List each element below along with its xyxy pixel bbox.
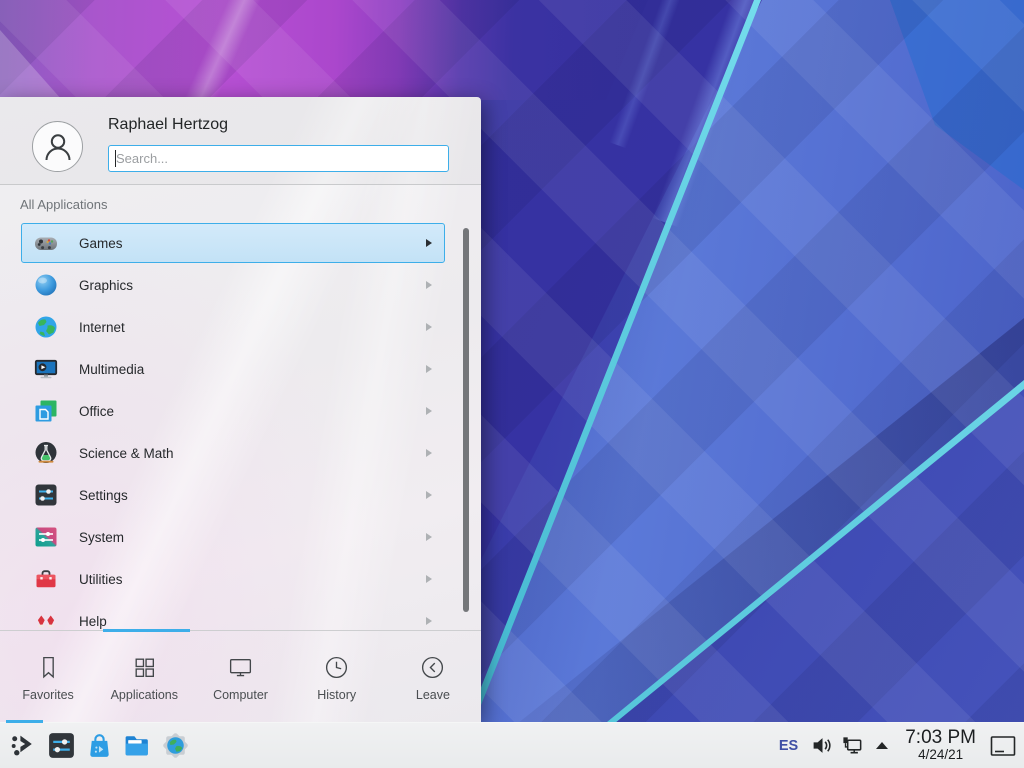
documents-icon <box>33 398 59 424</box>
category-office[interactable]: Office <box>21 391 445 431</box>
user-icon <box>39 128 77 166</box>
tab-label: Applications <box>111 688 178 702</box>
expand-tray-button[interactable] <box>867 725 897 767</box>
web-browser-globe-icon <box>160 730 191 761</box>
flask-icon <box>33 440 59 466</box>
tab-history[interactable]: History <box>289 631 385 722</box>
category-system[interactable]: System <box>21 517 445 557</box>
clock-icon <box>323 654 350 681</box>
toolbox-icon <box>33 566 59 592</box>
launcher-tab-bar: Favorites Applications Computer <box>0 630 481 722</box>
globe-icon <box>33 314 59 340</box>
category-label: Settings <box>79 488 128 503</box>
gamepad-icon <box>33 230 59 256</box>
search-field-wrap <box>108 145 449 172</box>
tab-label: Computer <box>213 688 268 702</box>
web-browser-button[interactable] <box>156 725 194 767</box>
category-label: Utilities <box>79 572 123 587</box>
tab-leave[interactable]: Leave <box>385 631 481 722</box>
application-launcher-button[interactable] <box>4 725 42 767</box>
category-multimedia[interactable]: Multimedia <box>21 349 445 389</box>
discover-button[interactable] <box>80 725 118 767</box>
category-label: Office <box>79 404 114 419</box>
digital-clock[interactable]: 7:03 PM 4/24/21 <box>905 728 976 762</box>
system-tray: ES 7:03 PM 4/24/21 <box>770 725 1024 767</box>
launcher-header: Raphael Hertzog <box>0 97 481 185</box>
monitor-icon <box>227 654 254 681</box>
system-settings-icon <box>46 730 77 761</box>
tab-label: Favorites <box>22 688 73 702</box>
submenu-arrow-icon <box>426 533 432 541</box>
scrollbar-thumb[interactable] <box>463 228 469 612</box>
grid-icon <box>131 654 158 681</box>
network-button[interactable] <box>837 725 867 767</box>
category-utilities[interactable]: Utilities <box>21 559 445 599</box>
active-tab-indicator <box>103 629 190 632</box>
application-launcher-menu: Raphael Hertzog All Applications Games <box>0 97 481 722</box>
system-settings-button[interactable] <box>42 725 80 767</box>
submenu-arrow-icon <box>426 239 432 247</box>
tab-label: History <box>317 688 356 702</box>
user-avatar[interactable] <box>32 121 83 172</box>
discover-bag-icon <box>84 730 115 761</box>
submenu-arrow-icon <box>426 281 432 289</box>
category-label: Help <box>79 614 107 629</box>
user-name: Raphael Hertzog <box>108 116 228 134</box>
wired-network-icon <box>841 734 864 757</box>
expand-tray-arrow-icon <box>876 742 888 749</box>
category-label: Internet <box>79 320 125 335</box>
clock-time: 7:03 PM <box>905 728 976 748</box>
media-player-icon <box>33 356 59 382</box>
section-label: All Applications <box>20 197 107 212</box>
help-icon <box>33 608 59 630</box>
submenu-arrow-icon <box>426 491 432 499</box>
sliders-dark-icon <box>33 482 59 508</box>
category-science-math[interactable]: Science & Math <box>21 433 445 473</box>
tab-applications[interactable]: Applications <box>96 631 192 722</box>
category-label: Graphics <box>79 278 133 293</box>
clock-date: 4/24/21 <box>905 748 976 762</box>
tab-favorites[interactable]: Favorites <box>0 631 96 722</box>
category-label: Multimedia <box>79 362 144 377</box>
category-games[interactable]: Games <box>21 223 445 263</box>
application-launcher-icon <box>8 730 39 761</box>
submenu-arrow-icon <box>426 323 432 331</box>
submenu-arrow-icon <box>426 449 432 457</box>
tab-computer[interactable]: Computer <box>192 631 288 722</box>
category-label: System <box>79 530 124 545</box>
category-graphics[interactable]: Graphics <box>21 265 445 305</box>
text-caret <box>115 150 116 167</box>
tab-label: Leave <box>416 688 450 702</box>
file-manager-folder-icon <box>122 730 153 761</box>
show-desktop-icon <box>989 734 1017 758</box>
taskbar-panel: ES 7:03 PM 4/24/21 <box>0 722 1024 768</box>
category-label: Games <box>79 236 123 251</box>
search-input[interactable] <box>108 145 449 172</box>
volume-button[interactable] <box>807 725 837 767</box>
category-list: Games Graphics <box>0 219 481 630</box>
category-label: Science & Math <box>79 446 174 461</box>
launcher-active-indicator <box>6 720 43 723</box>
category-internet[interactable]: Internet <box>21 307 445 347</box>
submenu-arrow-icon <box>426 365 432 373</box>
bookmark-icon <box>35 654 62 681</box>
sliders-color-icon <box>33 524 59 550</box>
submenu-arrow-icon <box>426 575 432 583</box>
leave-circle-icon <box>419 654 446 681</box>
keyboard-layout-indicator[interactable]: ES <box>770 738 807 754</box>
category-settings[interactable]: Settings <box>21 475 445 515</box>
show-desktop-button[interactable] <box>986 725 1020 767</box>
volume-icon <box>811 734 834 757</box>
category-help[interactable]: Help <box>21 601 445 630</box>
file-manager-button[interactable] <box>118 725 156 767</box>
submenu-arrow-icon <box>426 617 432 625</box>
submenu-arrow-icon <box>426 407 432 415</box>
sphere-icon <box>33 272 59 298</box>
